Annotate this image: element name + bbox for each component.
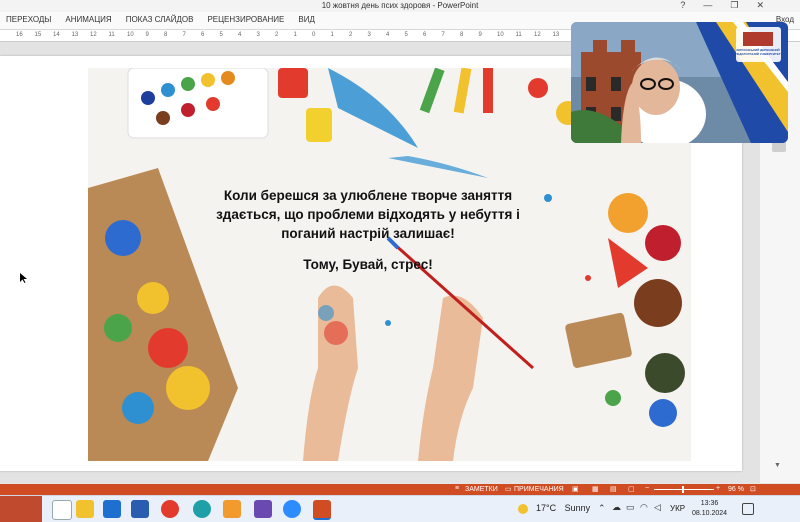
clock-time: 13:36 bbox=[700, 500, 719, 507]
zoom-in-icon[interactable]: + bbox=[716, 485, 720, 492]
ruler-tick-label: 11 bbox=[108, 32, 115, 38]
slide-text-box[interactable]: Коли берешся за улюблене творче заняття … bbox=[178, 186, 558, 274]
volume-icon[interactable]: ◁ bbox=[654, 502, 661, 513]
ruler-tick-label: 11 bbox=[515, 32, 522, 38]
ruler-tick-label: 1 bbox=[330, 32, 334, 38]
slide-text-line-4: Тому, Бувай, стрес! bbox=[303, 257, 433, 272]
ruler-tick-label: 16 bbox=[16, 32, 23, 38]
comments-button[interactable]: ПРИМЕЧАНИЯ bbox=[514, 486, 564, 493]
view-sorter-icon[interactable]: ▦ bbox=[592, 485, 599, 493]
view-normal-icon[interactable]: ▣ bbox=[572, 485, 579, 493]
start-button[interactable] bbox=[0, 496, 42, 522]
notification-icon[interactable] bbox=[742, 503, 754, 515]
tab-transitions[interactable]: ПЕРЕХОДЫ bbox=[6, 15, 51, 24]
view-slideshow-icon[interactable]: ▢ bbox=[628, 485, 635, 493]
search-icon[interactable] bbox=[52, 500, 72, 520]
status-bar: ≡ ЗАМЕТКИ ▭ ПРИМЕЧАНИЯ ▣ ▦ ▤ ▢ − + 96 % … bbox=[0, 484, 800, 495]
tab-animation[interactable]: АНИМАЦИЯ bbox=[65, 15, 111, 24]
zoom-slider-thumb[interactable] bbox=[682, 486, 684, 493]
scroll-down-icon[interactable]: ▼ bbox=[774, 462, 781, 469]
ruler-tick-label: 6 bbox=[423, 32, 427, 38]
clock-date: 08.10.2024 bbox=[692, 510, 728, 517]
fit-slide-icon[interactable]: ⊡ bbox=[750, 485, 756, 493]
notes-button[interactable]: ЗАМЕТКИ bbox=[465, 486, 498, 493]
ruler-tick-label: 15 bbox=[34, 32, 42, 38]
edge-icon[interactable] bbox=[193, 500, 211, 518]
explorer-icon[interactable] bbox=[76, 500, 94, 518]
close-icon[interactable]: ✕ bbox=[756, 0, 764, 11]
ruler-tick-label: 10 bbox=[497, 32, 504, 38]
ruler-tick-label: 14 bbox=[53, 32, 60, 38]
tray-chevron-icon[interactable]: ⌃ bbox=[598, 503, 606, 514]
ruler-tick-label: 4 bbox=[238, 32, 242, 38]
ruler-tick-label: 8 bbox=[460, 32, 464, 38]
slide-text-line-3: поганий настрій залишає! bbox=[281, 226, 455, 241]
ruler-tick-label: 7 bbox=[441, 32, 445, 38]
ruler-tick-label: 3 bbox=[367, 32, 371, 38]
save-icon[interactable] bbox=[254, 500, 272, 518]
ruler-tick-label: 13 bbox=[71, 32, 79, 38]
chrome-icon[interactable] bbox=[161, 500, 179, 518]
ruler-tick-label: 13 bbox=[552, 32, 560, 38]
ruler-tick-label: 12 bbox=[90, 32, 97, 38]
help-icon[interactable]: ? bbox=[680, 0, 685, 11]
ruler-tick-label: 0 bbox=[312, 32, 316, 38]
ruler-tick-label: 2 bbox=[275, 32, 279, 38]
tab-slideshow[interactable]: ПОКАЗ СЛАЙДОВ bbox=[126, 15, 194, 24]
ruler-tick-label: 1 bbox=[293, 32, 297, 38]
webcam-video bbox=[571, 22, 788, 143]
notes-icon[interactable]: ≡ bbox=[455, 485, 459, 492]
tab-review[interactable]: РЕЦЕНЗИРОВАНИЕ bbox=[207, 15, 284, 24]
language-indicator[interactable]: УКР bbox=[670, 504, 685, 513]
view-reading-icon[interactable]: ▤ bbox=[610, 485, 617, 493]
university-logo-text: ХЕРСОНСЬКИЙ ДЕРЖАВНИЙ ПЕДАГОГІЧНИЙ УНІВЕ… bbox=[735, 48, 781, 56]
weather-widget[interactable]: 17°C Sunny bbox=[520, 503, 590, 513]
onedrive-icon[interactable]: ☁ bbox=[612, 502, 621, 513]
tab-view[interactable]: ВИД bbox=[298, 15, 315, 24]
mail-icon[interactable] bbox=[103, 500, 121, 518]
title-bar: 10 жовтня день псих здоровя - PowerPoint… bbox=[0, 0, 800, 12]
clock[interactable]: 13:36 08.10.2024 bbox=[692, 499, 727, 519]
webcam-overlay: ХЕРСОНСЬКИЙ ДЕРЖАВНИЙ ПЕДАГОГІЧНИЙ УНІВЕ… bbox=[571, 22, 788, 143]
weather-temperature: 17°C bbox=[536, 503, 557, 513]
zoom-slider[interactable] bbox=[654, 489, 714, 490]
ruler-tick-label: 5 bbox=[219, 32, 223, 38]
slide-text-line-1: Коли берешся за улюблене творче заняття bbox=[223, 188, 513, 203]
zoom-app-icon[interactable] bbox=[283, 500, 301, 518]
ruler-tick-label: 12 bbox=[534, 32, 541, 38]
ruler-ticks: 16 15 14 13 12 11 10 9 8 7 6 5 4 3 2 1 0 1 2 3 4 5 6 7 8 9 10 11 12 1… bbox=[0, 30, 560, 41]
ruler-tick-label: 4 bbox=[386, 32, 390, 38]
slide-text-line-2: здається, що проблеми відходять у небутт… bbox=[216, 207, 520, 222]
restore-icon[interactable]: ❐ bbox=[730, 0, 738, 11]
weather-condition: Sunny bbox=[564, 503, 591, 513]
powerpoint-icon[interactable] bbox=[313, 500, 331, 520]
zoom-out-icon[interactable]: − bbox=[645, 485, 649, 492]
battery-icon[interactable]: ▭ bbox=[626, 502, 635, 513]
ruler-tick-label: 9 bbox=[145, 32, 149, 38]
mouse-cursor-icon bbox=[20, 273, 27, 283]
ruler-tick-label: 7 bbox=[182, 32, 186, 38]
ruler-tick-label: 10 bbox=[127, 32, 134, 38]
comments-icon[interactable]: ▭ bbox=[505, 485, 512, 493]
ruler-tick-label: 5 bbox=[404, 32, 408, 38]
taskbar: 17°C Sunny ⌃ ☁ ▭ ◠ ◁ УКР 13:36 08.10.202… bbox=[0, 495, 800, 522]
ruler-tick-label: 8 bbox=[164, 32, 168, 38]
ruler-tick-label: 2 bbox=[349, 32, 353, 38]
app-orange-icon[interactable] bbox=[223, 500, 241, 518]
ruler-tick-label: 3 bbox=[256, 32, 260, 38]
wifi-icon[interactable]: ◠ bbox=[640, 502, 648, 513]
word-icon[interactable] bbox=[131, 500, 149, 518]
zoom-level[interactable]: 96 % bbox=[728, 486, 744, 493]
ruler-tick-label: 6 bbox=[201, 32, 205, 38]
minimize-icon[interactable]: — bbox=[703, 0, 712, 11]
ruler-tick-label: 9 bbox=[478, 32, 482, 38]
